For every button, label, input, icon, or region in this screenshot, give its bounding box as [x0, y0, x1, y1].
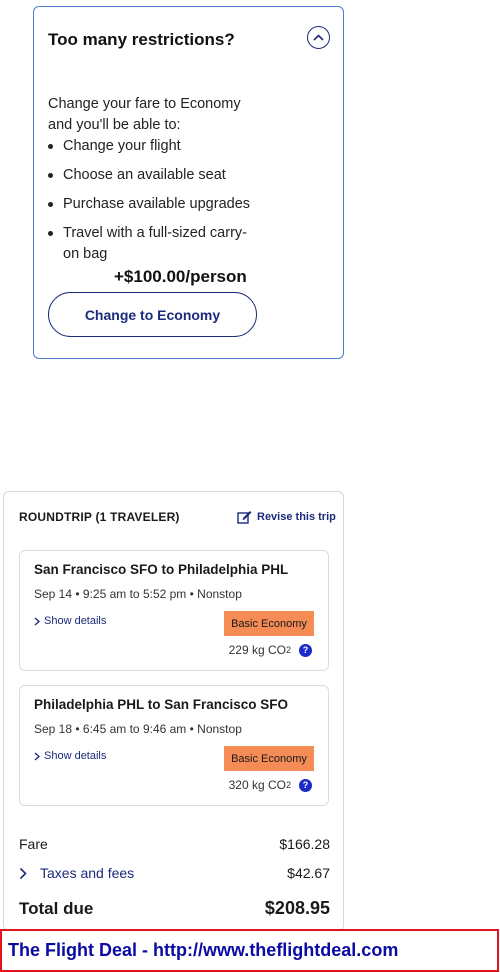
- flight-route: Philadelphia PHL to San Francisco SFO: [34, 697, 289, 712]
- change-to-economy-button[interactable]: Change to Economy: [48, 292, 257, 337]
- flight-times: Sep 18 • 6:45 am to 9:46 am • Nonstop: [34, 722, 242, 736]
- total-label: Total due: [19, 898, 94, 918]
- revise-trip-link[interactable]: Revise this trip: [237, 510, 336, 524]
- total-row: Total due $208.95: [19, 898, 330, 919]
- benefit-item: Choose an available seat: [48, 165, 278, 186]
- co2-value: 229 kg CO: [228, 643, 286, 657]
- upsell-intro: Change your fare to Economy and you'll b…: [48, 96, 241, 133]
- chevron-right-icon: [19, 867, 27, 879]
- summary-title: ROUNDTRIP (1 TRAVELER): [19, 510, 180, 524]
- benefit-item: Change your flight: [48, 136, 278, 157]
- taxes-amount: $42.67: [287, 865, 330, 881]
- show-details-link[interactable]: Show details: [34, 615, 106, 627]
- flight-route: San Francisco SFO to Philadelphia PHL: [34, 562, 289, 577]
- revise-trip-label: Revise this trip: [257, 511, 336, 523]
- edit-icon: [237, 511, 252, 524]
- flight-segment-outbound: San Francisco SFO to Philadelphia PHL Se…: [19, 550, 329, 671]
- flight-times: Sep 14 • 9:25 am to 5:52 pm • Nonstop: [34, 587, 242, 601]
- upgrade-price: +$100.00/person: [114, 267, 247, 286]
- upsell-title: Too many restrictions?: [48, 30, 235, 49]
- banner-link[interactable]: The Flight Deal - http://www.theflightde…: [8, 940, 398, 961]
- fare-row: Fare $166.28: [19, 836, 330, 852]
- upsell-card: Too many restrictions? Change your fare …: [33, 6, 344, 359]
- total-amount: $208.95: [264, 898, 330, 918]
- co2-value: 320 kg CO: [228, 778, 286, 792]
- co2-emissions: 320 kg CO 2 ?: [229, 778, 312, 792]
- flight-segment-return: Philadelphia PHL to San Francisco SFO Se…: [19, 685, 329, 806]
- taxes-and-fees-toggle[interactable]: Taxes and fees: [19, 865, 134, 881]
- show-details-label: Show details: [44, 615, 107, 627]
- taxes-row: Taxes and fees $42.67: [19, 865, 330, 881]
- trip-summary-card: ROUNDTRIP (1 TRAVELER) Revise this trip …: [3, 491, 344, 931]
- fare-amount: $166.28: [279, 836, 330, 852]
- co2-emissions: 229 kg CO 2 ?: [229, 643, 312, 657]
- chevron-up-icon: [313, 34, 324, 41]
- info-icon[interactable]: ?: [299, 778, 312, 792]
- watermark-banner: The Flight Deal - http://www.theflightde…: [0, 929, 499, 972]
- show-details-label: Show details: [44, 750, 107, 762]
- fare-label: Fare: [19, 836, 48, 852]
- info-icon[interactable]: ?: [299, 643, 312, 657]
- collapse-button[interactable]: [307, 26, 330, 49]
- fare-class-badge: Basic Economy: [224, 611, 314, 636]
- fare-class-badge: Basic Economy: [224, 746, 314, 771]
- taxes-label: Taxes and fees: [40, 865, 135, 881]
- benefit-item: Purchase available upgrades: [48, 194, 278, 215]
- chevron-right-icon: [34, 617, 40, 625]
- co2-subscript: 2: [285, 780, 291, 790]
- chevron-right-icon: [34, 752, 40, 760]
- show-details-link[interactable]: Show details: [34, 750, 106, 762]
- co2-subscript: 2: [285, 645, 291, 655]
- benefit-item: Travel with a full-sized carry-on bag: [48, 223, 263, 265]
- benefits-list: Change your flight Choose an available s…: [48, 136, 278, 273]
